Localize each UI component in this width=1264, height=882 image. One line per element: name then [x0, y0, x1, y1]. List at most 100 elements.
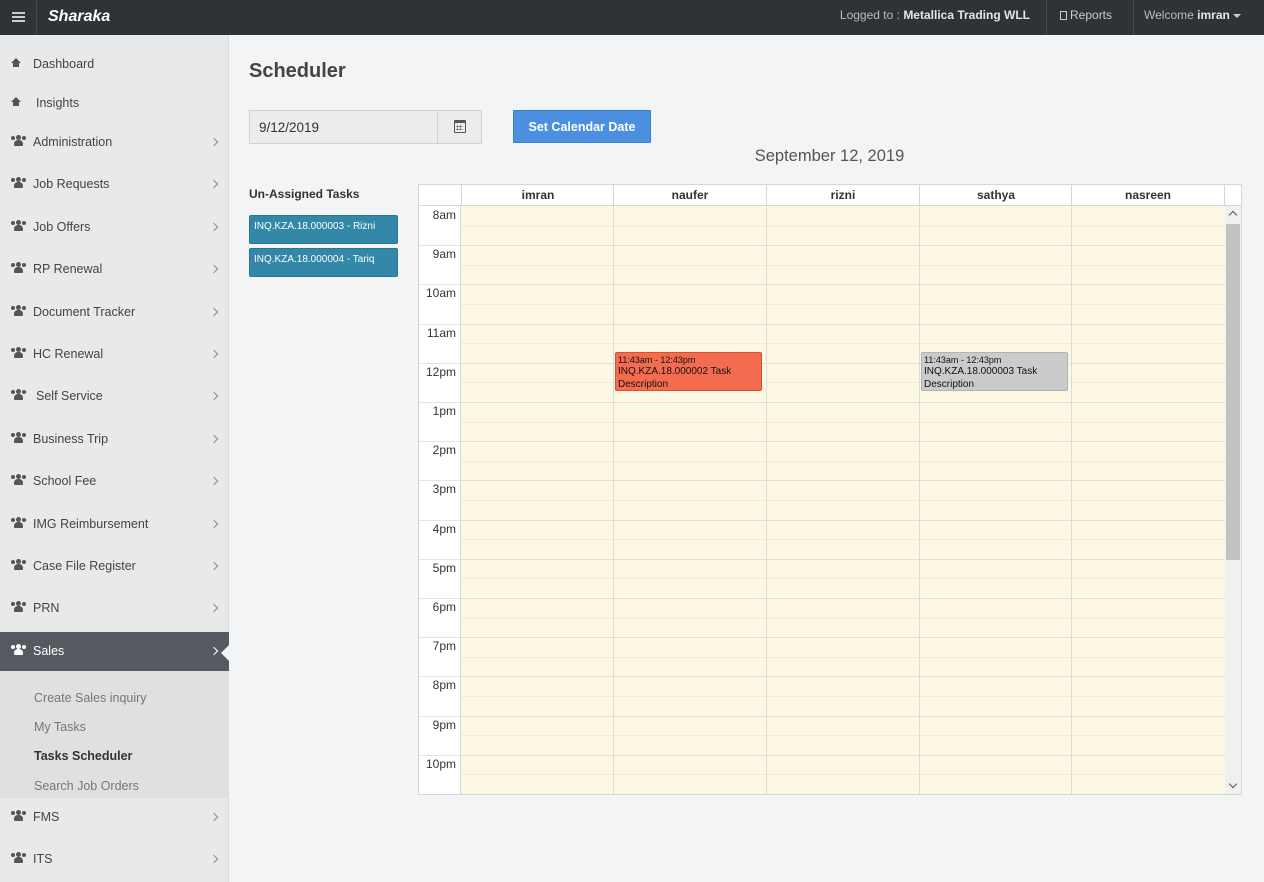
sidebar-item-sales[interactable]: Sales — [0, 632, 230, 672]
chevron-right-icon — [209, 476, 219, 486]
sidebar-item-img-reimbursement[interactable]: IMG Reimbursement — [0, 505, 229, 545]
unassigned-task[interactable]: INQ.KZA.18.000003 - Rizni — [249, 215, 398, 244]
home-icon — [11, 97, 21, 107]
users-icon — [11, 601, 26, 612]
submenu-item-tasks-scheduler[interactable]: Tasks Scheduler — [34, 749, 132, 763]
sidebar-item-job-offers[interactable]: Job Offers — [0, 208, 229, 248]
top-navbar: Sharaka Logged to : Metallica Trading WL… — [0, 0, 1264, 35]
sidebar-item-hc-renewal[interactable]: HC Renewal — [0, 335, 229, 375]
time-label: 1pm — [432, 404, 456, 418]
time-label: 2pm — [432, 443, 456, 458]
sidebar-item-case-file-register[interactable]: Case File Register — [0, 547, 229, 587]
sidebar-item-self-service[interactable]: Self Service — [0, 377, 229, 417]
sidebar-item-school-fee[interactable]: School Fee — [0, 462, 229, 502]
users-icon — [11, 347, 26, 358]
sidebar-item-label: RP Renewal — [33, 262, 103, 276]
sidebar-item-dashboard[interactable]: Dashboard — [0, 45, 229, 85]
calendar-icon — [454, 120, 466, 133]
time-label: 10pm — [425, 756, 456, 771]
sidebar-item-label: Business Trip — [33, 432, 109, 446]
page-title: Scheduler — [249, 60, 346, 82]
users-icon — [11, 389, 26, 400]
scheduler-scrollbar[interactable] — [1225, 206, 1241, 794]
sidebar-item-label: Job Offers — [33, 220, 91, 234]
time-label: 11am — [426, 325, 456, 340]
chevron-right-icon — [209, 137, 219, 147]
submenu-item-create-sales-inquiry[interactable]: Create Sales inquiry — [34, 691, 147, 705]
menu-toggle-icon[interactable] — [0, 0, 37, 35]
chevron-right-icon — [209, 434, 219, 444]
task-time: 11:43am - 12:43pm — [924, 354, 1002, 365]
scroll-thumb[interactable] — [1226, 224, 1240, 560]
set-calendar-date-button[interactable]: Set Calendar Date — [513, 110, 651, 143]
users-icon — [11, 305, 26, 316]
sidebar-item-label: School Fee — [33, 474, 97, 488]
sidebar-item-label: Self Service — [36, 389, 103, 403]
chevron-right-icon — [209, 519, 219, 529]
users-icon — [11, 810, 26, 821]
sidebar-item-job-requests[interactable]: Job Requests — [0, 165, 229, 205]
users-icon — [11, 177, 26, 188]
sidebar-item-label: Sales — [33, 644, 65, 658]
sidebar-item-prn[interactable]: PRN — [0, 589, 229, 629]
time-label: 5pm — [432, 560, 456, 575]
submenu-item-search-job-orders[interactable]: Search Job Orders — [34, 779, 139, 793]
calendar-button[interactable] — [438, 111, 481, 143]
logged-to-info: Logged to : Metallica Trading WLL — [839, 8, 1030, 22]
users-icon — [11, 262, 26, 273]
resource-header-sathya: sathya — [919, 185, 1072, 205]
resource-header-rizni: rizni — [766, 185, 919, 205]
sidebar-item-document-tracker[interactable]: Document Tracker — [0, 293, 229, 333]
time-label: 3pm — [432, 482, 456, 497]
users-icon — [11, 852, 26, 863]
users-icon — [11, 644, 26, 655]
sidebar-item-rp-renewal[interactable]: RP Renewal — [0, 250, 229, 290]
chevron-right-icon — [209, 349, 219, 359]
scheduled-task[interactable]: 11:43am - 12:43pm INQ.KZA.18.000002 Task … — [615, 351, 762, 391]
home-icon — [11, 58, 21, 68]
sidebar: Dashboard Insights Administration Job Reque… — [0, 35, 230, 882]
time-label: 7pm — [432, 639, 456, 654]
submenu-item-my-tasks[interactable]: My Tasks — [34, 720, 86, 734]
task-time: 11:43am - 12:43pm — [618, 354, 696, 365]
date-picker — [249, 110, 482, 144]
scroll-up-icon[interactable] — [1225, 206, 1241, 222]
scroll-down-icon[interactable] — [1225, 778, 1241, 794]
time-slots[interactable]: 11:43am - 12:43pm INQ.KZA.18.000002 Task … — [461, 206, 1225, 794]
time-label: 6pm — [432, 600, 456, 614]
time-label: 10am — [425, 286, 456, 301]
brand-logo[interactable]: Sharaka — [48, 8, 110, 26]
sidebar-item-business-trip[interactable]: Business Trip — [0, 420, 229, 460]
unassigned-tasks-title: Un-Assigned Tasks — [249, 187, 360, 201]
caret-down-icon — [1232, 13, 1241, 18]
reports-link[interactable]: Reports — [1060, 8, 1112, 22]
sidebar-item-label: Document Tracker — [33, 305, 136, 319]
user-menu[interactable]: Welcome imran — [1144, 8, 1241, 22]
users-icon — [11, 432, 26, 443]
active-indicator — [221, 644, 230, 662]
chevron-right-icon — [209, 222, 219, 232]
sidebar-item-fms[interactable]: FMS — [0, 798, 229, 838]
users-icon — [11, 559, 26, 570]
time-gutter: 8am 9am 10am 11am 12pm 1pm 2pm 3pm 4pm 5pm 6pm 7pm 8… — [419, 206, 461, 794]
sidebar-item-label: Administration — [33, 135, 113, 149]
scheduled-task[interactable]: 11:43am - 12:43pm INQ.KZA.18.000003 Task … — [921, 351, 1068, 391]
sidebar-item-label: Dashboard — [33, 57, 95, 71]
username: imran — [1197, 8, 1230, 22]
sidebar-item-label: Case File Register — [33, 559, 136, 573]
sidebar-item-administration[interactable]: Administration — [0, 123, 229, 163]
sales-submenu: Create Sales inquiry My Tasks Tasks Schedu… — [0, 671, 229, 798]
unassigned-task[interactable]: INQ.KZA.18.000004 - Tariq — [249, 248, 398, 277]
chevron-right-icon — [209, 561, 219, 571]
time-label: 9am — [432, 247, 456, 262]
chevron-right-icon — [209, 391, 219, 401]
date-input[interactable] — [250, 111, 438, 143]
users-icon — [11, 220, 26, 231]
header-spacer — [1224, 185, 1241, 205]
sidebar-item-its[interactable]: ITS — [0, 840, 229, 880]
scheduler-header: imran naufer rizni sathya nasreen — [419, 185, 1241, 206]
resource-header-naufer: naufer — [613, 185, 766, 205]
sidebar-item-label: PRN — [33, 601, 60, 615]
users-icon — [11, 474, 26, 485]
sidebar-item-insights[interactable]: Insights — [0, 84, 229, 124]
